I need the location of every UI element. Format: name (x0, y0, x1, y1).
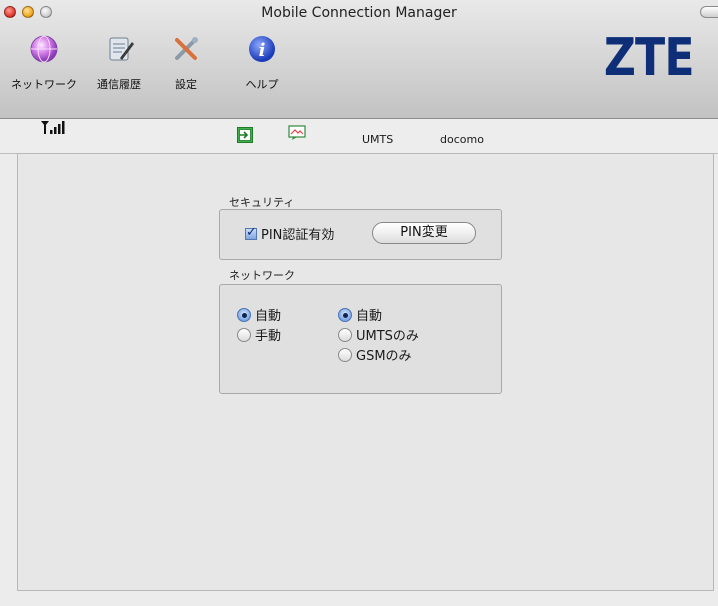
type-umts-radio-row[interactable]: UMTSのみ (338, 325, 419, 344)
sms-icon (288, 125, 306, 140)
connection-status-icon (237, 127, 253, 143)
selection-manual-label: 手動 (255, 329, 282, 344)
help-info-icon: i (249, 36, 275, 62)
toolbar-settings-button[interactable]: 設定 (162, 32, 210, 92)
network-section-label: ネットワーク (229, 269, 295, 282)
main-window: Mobile Connection Manager ネットワーク 通信履歴 設定… (0, 0, 718, 606)
carrier-text: docomo (440, 133, 484, 146)
network-type-text: UMTS (362, 133, 394, 146)
svg-text:i: i (259, 40, 266, 61)
selection-auto-radio[interactable] (237, 307, 251, 322)
toolbar-history-button[interactable]: 通信履歴 (86, 32, 152, 92)
change-pin-button[interactable]: PIN変更 (372, 222, 476, 244)
signal-strength-icon (41, 121, 65, 134)
toolbar-history-label: 通信履歴 (97, 78, 141, 91)
history-notepad-icon (109, 37, 134, 61)
toolbar-network-button[interactable]: ネットワーク (4, 32, 84, 92)
type-gsm-radio[interactable] (338, 347, 352, 362)
security-section-label: セキュリティ (229, 196, 295, 209)
type-gsm-radio-row[interactable]: GSMのみ (338, 345, 412, 364)
network-globe-icon (30, 35, 58, 63)
settings-tools-icon (175, 37, 198, 60)
status-bar: UMTS docomo (0, 119, 718, 154)
type-umts-radio[interactable] (338, 327, 352, 342)
type-auto-radio[interactable] (338, 307, 352, 322)
toolbar-help-button[interactable]: i ヘルプ (232, 32, 292, 92)
pin-enabled-checkbox-row[interactable]: PIN認証有効 (245, 224, 334, 243)
network-group: 自動 手動 自動 UMTSのみ GSMのみ (219, 284, 502, 394)
pin-enabled-label: PIN認証有効 (261, 228, 335, 243)
selection-manual-radio[interactable] (237, 327, 251, 342)
toolbar-toggle-button[interactable] (700, 6, 718, 18)
type-gsm-label: GSMのみ (356, 349, 412, 364)
window-title: Mobile Connection Manager (261, 5, 457, 21)
zte-logo: ZTE (604, 28, 695, 88)
toolbar-settings-label: 設定 (175, 78, 197, 91)
settings-panel: セキュリティ PIN認証有効 PIN変更 ネットワーク 自動 手動 自動 (17, 153, 714, 591)
type-umts-label: UMTSのみ (356, 329, 419, 344)
toolbar-help-label: ヘルプ (245, 78, 279, 91)
type-auto-label: 自動 (356, 309, 383, 324)
selection-auto-label: 自動 (255, 309, 282, 324)
title-toolbar: Mobile Connection Manager ネットワーク 通信履歴 設定… (0, 0, 718, 119)
type-auto-radio-row[interactable]: 自動 (338, 305, 382, 324)
selection-auto-radio-row[interactable]: 自動 (237, 305, 281, 324)
toolbar-network-label: ネットワーク (11, 78, 77, 91)
selection-manual-radio-row[interactable]: 手動 (237, 325, 281, 344)
pin-enabled-checkbox[interactable] (245, 225, 257, 240)
security-group: PIN認証有効 PIN変更 (219, 209, 502, 260)
